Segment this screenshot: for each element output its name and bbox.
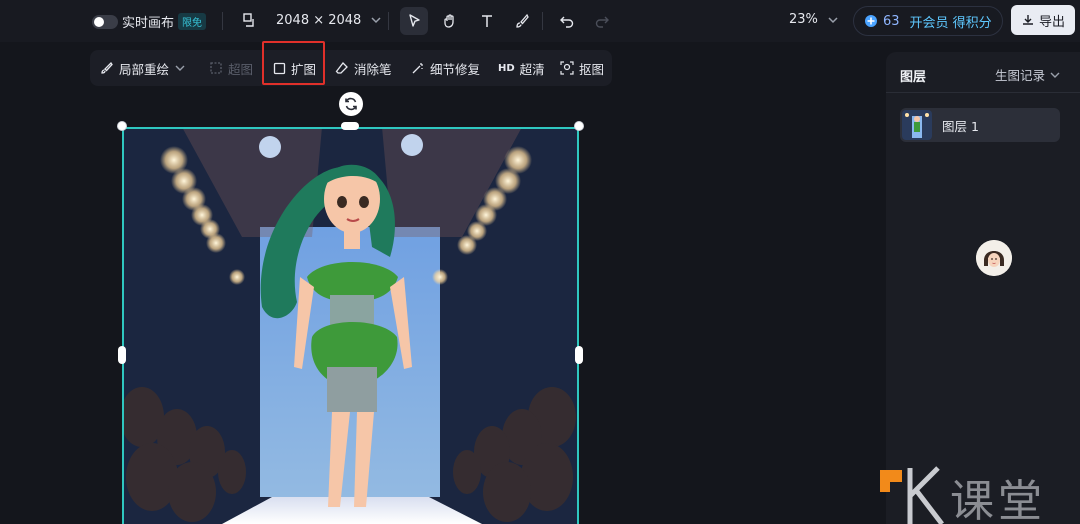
resize-handle-top-left[interactable] [117,121,127,131]
layer-item[interactable]: 图层 1 [900,108,1060,142]
chevron-down-icon [371,17,381,24]
divider [388,12,389,30]
cutout-icon [560,61,574,75]
toggle-switch[interactable] [92,14,118,29]
magic-wand-icon [412,63,423,74]
redraw-brush-icon [101,61,113,74]
selection-frame [122,127,579,524]
super-image-button[interactable]: 超图 [209,50,253,86]
brush-icon [516,13,529,28]
annotation-highlight-box [262,41,325,85]
divider [542,12,543,30]
super-clear-button[interactable]: HD 超清 [498,50,545,86]
rotate-button[interactable] [339,92,363,116]
layers-panel: 图层 生图记录 图层 1 [886,52,1080,524]
select-tool-button[interactable] [400,7,428,35]
zoom-dropdown[interactable]: 23% [789,12,840,27]
cutout-button[interactable]: 抠图 [560,50,604,86]
cursor-icon [409,14,420,27]
text-tool-button[interactable] [473,7,501,35]
download-icon [1022,15,1033,25]
layers-panel-title: 图层 [900,70,927,85]
eraser-icon [335,62,348,74]
realtime-canvas-label: 实时画布 [122,16,175,31]
undo-button[interactable] [553,7,581,35]
detail-repair-label: 细节修复 [430,61,481,77]
vip-link[interactable]: 开会员 得积分 [910,12,992,31]
undo-icon [560,16,574,28]
hand-icon [444,14,454,28]
resize-handle-top-right[interactable] [574,121,584,131]
resize-handle-left[interactable] [118,346,126,364]
rotate-icon [345,97,357,111]
divider [222,12,223,30]
cutout-label: 抠图 [579,61,605,77]
chevron-down-icon [828,16,838,23]
local-redraw-label: 局部重绘 [119,61,170,77]
assistant-avatar[interactable] [976,240,1012,276]
hd-icon: HD [498,62,515,74]
points-icon [865,15,877,27]
export-label: 导出 [1038,14,1065,30]
image-tools-bar: 局部重绘 超图 扩图 消除笔 细节修复 HD 超清 抠图 [90,50,612,86]
local-redraw-dropdown[interactable]: 局部重绘 [100,50,186,86]
layer-thumbnail [902,110,932,140]
points-value: 63 [883,13,900,29]
resize-handle-right[interactable] [575,346,583,364]
zoom-value: 23% [789,12,818,27]
layer-label: 图层 1 [942,118,979,134]
realtime-canvas-toggle[interactable]: 实时画布 限免 [92,12,207,31]
redo-icon [595,16,609,28]
svg-text:堂: 堂 [998,476,1042,524]
redo-button[interactable] [588,7,616,35]
chevron-down-icon [1050,72,1060,78]
resize-handle-top[interactable] [341,122,359,130]
points-pill[interactable]: 63 开会员 得积分 [853,6,1003,36]
text-icon [482,15,492,27]
detail-repair-button[interactable]: 细节修复 [411,50,480,86]
generation-history-label: 生图记录 [995,68,1046,83]
watermark-logo: 课 堂 [880,464,1080,524]
canvas-size-dropdown[interactable]: 2048 × 2048 [242,12,383,28]
canvas-size-value: 2048 × 2048 [276,12,362,28]
top-bar: 实时画布 限免 2048 × 2048 23% 63 开会员 得积分 导出 [0,0,1080,42]
resize-icon [243,13,254,27]
eraser-label: 消除笔 [354,61,392,77]
brush-tool-button[interactable] [508,7,536,35]
chevron-down-icon [175,65,185,71]
export-button[interactable]: 导出 [1011,5,1075,35]
divider [886,92,1080,93]
generation-history-dropdown[interactable]: 生图记录 [995,65,1061,84]
free-badge: 限免 [178,13,207,30]
eraser-brush-button[interactable]: 消除笔 [335,50,392,86]
hand-tool-button[interactable] [436,7,464,35]
super-clear-label: 超清 [519,61,545,77]
frame-icon [210,62,222,74]
svg-text:课: 课 [950,476,994,524]
super-image-label: 超图 [228,61,254,77]
